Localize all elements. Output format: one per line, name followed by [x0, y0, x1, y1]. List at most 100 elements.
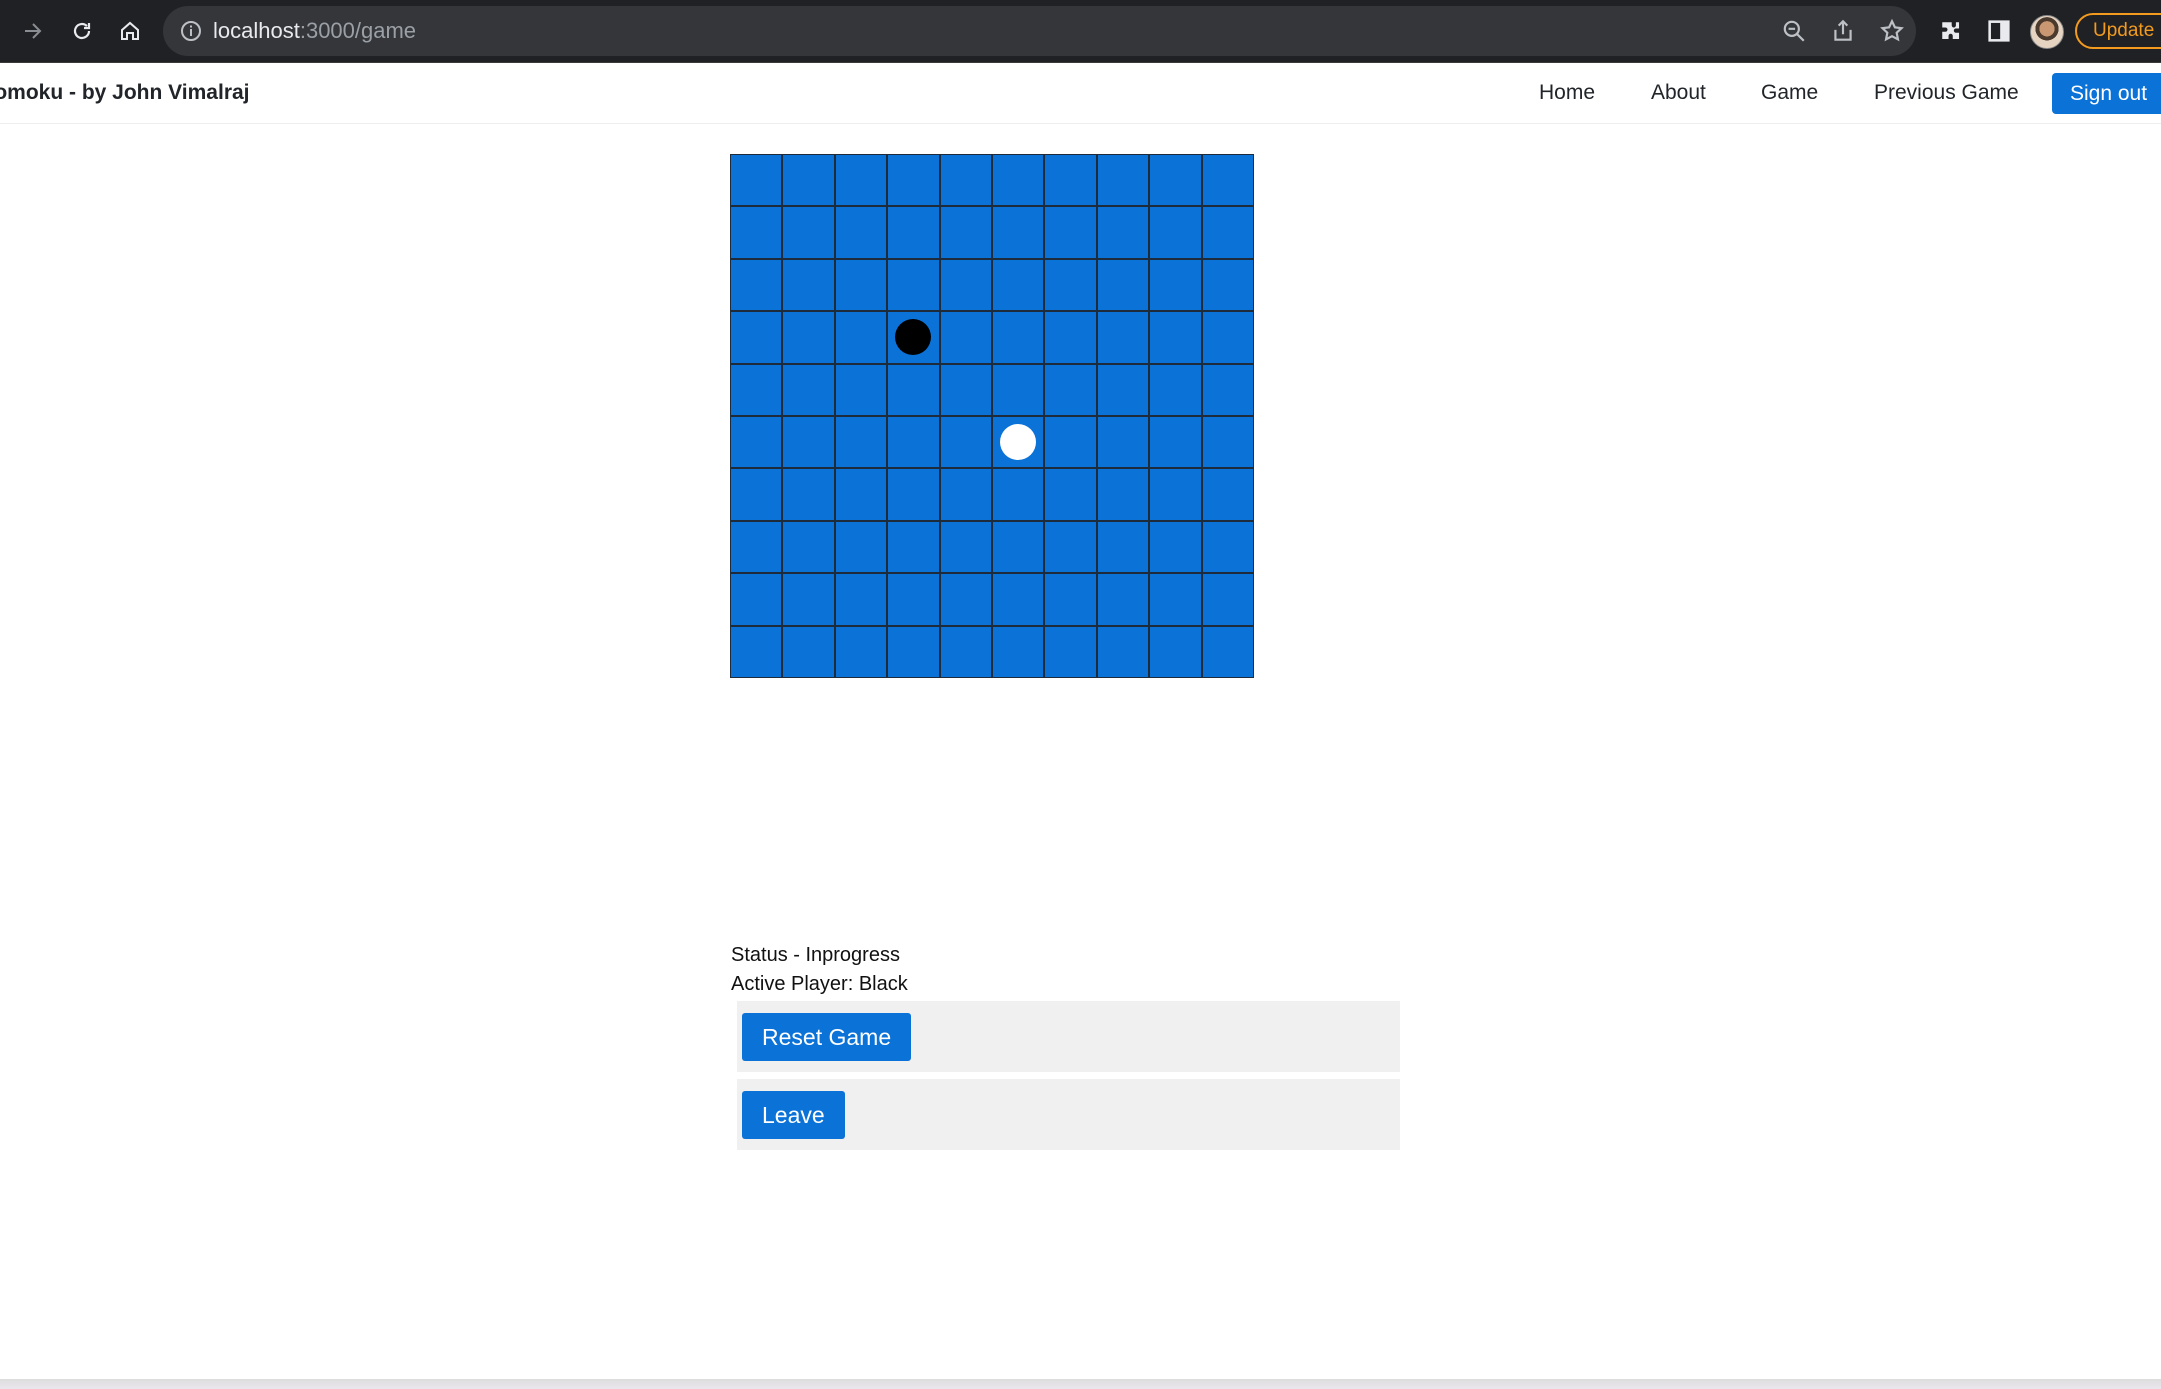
- board-cell[interactable]: [1096, 625, 1150, 678]
- board-cell[interactable]: [1044, 258, 1097, 312]
- profile-avatar[interactable]: [2030, 15, 2064, 49]
- board-cell[interactable]: [1201, 311, 1254, 364]
- site-info-icon[interactable]: [179, 19, 203, 43]
- board-cell[interactable]: [1149, 573, 1202, 626]
- board-cell[interactable]: [730, 311, 783, 364]
- board-cell[interactable]: [1044, 520, 1097, 574]
- board-cell[interactable]: [991, 363, 1045, 416]
- board-cell[interactable]: [939, 625, 992, 678]
- board-cell[interactable]: [991, 573, 1045, 626]
- board-cell[interactable]: [887, 154, 940, 207]
- board-cell[interactable]: [887, 363, 940, 416]
- board-cell[interactable]: [1149, 625, 1202, 678]
- leave-button[interactable]: Leave: [742, 1091, 845, 1139]
- board-cell[interactable]: [1096, 520, 1150, 574]
- board-cell[interactable]: [1149, 311, 1202, 364]
- board-cell[interactable]: [730, 468, 783, 521]
- board-cell[interactable]: [782, 206, 835, 259]
- board-cell[interactable]: [782, 573, 835, 626]
- board-cell[interactable]: [782, 468, 835, 521]
- board-cell[interactable]: [887, 468, 940, 521]
- home-icon[interactable]: [113, 14, 147, 48]
- board-cell[interactable]: [1201, 520, 1254, 574]
- board-cell[interactable]: [834, 154, 888, 207]
- board-cell[interactable]: [1096, 154, 1150, 207]
- board-cell[interactable]: [730, 573, 783, 626]
- board-cell[interactable]: [834, 311, 888, 364]
- board-cell[interactable]: [834, 258, 888, 312]
- board-cell[interactable]: [1149, 415, 1202, 469]
- board-cell[interactable]: [991, 415, 1045, 469]
- board-cell[interactable]: [1201, 154, 1254, 207]
- board-cell[interactable]: [1096, 206, 1150, 259]
- board-cell[interactable]: [1201, 573, 1254, 626]
- url-text[interactable]: localhost:3000/game: [213, 18, 416, 44]
- board-cell[interactable]: [887, 625, 940, 678]
- board-cell[interactable]: [730, 154, 783, 207]
- board-cell[interactable]: [991, 206, 1045, 259]
- board-cell[interactable]: [730, 625, 783, 678]
- board-cell[interactable]: [1096, 573, 1150, 626]
- zoom-icon[interactable]: [1781, 18, 1807, 44]
- board-cell[interactable]: [782, 625, 835, 678]
- board-cell[interactable]: [730, 258, 783, 312]
- board-cell[interactable]: [1201, 258, 1254, 312]
- board-cell[interactable]: [1149, 206, 1202, 259]
- board-cell[interactable]: [834, 206, 888, 259]
- forward-icon[interactable]: [16, 14, 50, 48]
- board-cell[interactable]: [1044, 363, 1097, 416]
- board-cell[interactable]: [1149, 154, 1202, 207]
- board-cell[interactable]: [1096, 311, 1150, 364]
- board-cell[interactable]: [887, 573, 940, 626]
- board-cell[interactable]: [782, 520, 835, 574]
- nav-link-previous-game[interactable]: Previous Game: [1874, 81, 2019, 105]
- board-cell[interactable]: [887, 258, 940, 312]
- nav-link-home[interactable]: Home: [1539, 81, 1595, 105]
- board-cell[interactable]: [939, 468, 992, 521]
- board-cell[interactable]: [1149, 258, 1202, 312]
- sign-out-button[interactable]: Sign out: [2052, 73, 2161, 114]
- board-cell[interactable]: [1044, 415, 1097, 469]
- board-cell[interactable]: [782, 258, 835, 312]
- board-cell[interactable]: [1201, 625, 1254, 678]
- board-cell[interactable]: [1044, 206, 1097, 259]
- board-cell[interactable]: [1201, 415, 1254, 469]
- board-cell[interactable]: [939, 311, 992, 364]
- board-cell[interactable]: [939, 520, 992, 574]
- board-cell[interactable]: [1044, 311, 1097, 364]
- board-cell[interactable]: [1096, 258, 1150, 312]
- address-bar[interactable]: localhost:3000/game: [163, 6, 1916, 56]
- brand-title[interactable]: Gomoku - by John Vimalraj: [0, 81, 250, 105]
- board-cell[interactable]: [1149, 520, 1202, 574]
- board-cell[interactable]: [939, 154, 992, 207]
- board-cell[interactable]: [1044, 154, 1097, 207]
- nav-link-game[interactable]: Game: [1761, 81, 1818, 105]
- board-cell[interactable]: [939, 573, 992, 626]
- board-cell[interactable]: [991, 258, 1045, 312]
- board-cell[interactable]: [782, 311, 835, 364]
- board-cell[interactable]: [1096, 415, 1150, 469]
- board-cell[interactable]: [834, 363, 888, 416]
- board-cell[interactable]: [991, 468, 1045, 521]
- board-cell[interactable]: [1201, 206, 1254, 259]
- board-cell[interactable]: [1044, 625, 1097, 678]
- board-cell[interactable]: [887, 206, 940, 259]
- board-cell[interactable]: [991, 311, 1045, 364]
- board-cell[interactable]: [782, 415, 835, 469]
- board-cell[interactable]: [991, 520, 1045, 574]
- bookmark-star-icon[interactable]: [1879, 18, 1905, 44]
- board-cell[interactable]: [939, 415, 992, 469]
- board-cell[interactable]: [834, 520, 888, 574]
- board-cell[interactable]: [939, 258, 992, 312]
- board-cell[interactable]: [834, 573, 888, 626]
- board-cell[interactable]: [1149, 468, 1202, 521]
- board-cell[interactable]: [782, 363, 835, 416]
- board-cell[interactable]: [782, 154, 835, 207]
- update-button[interactable]: Update: [2075, 13, 2161, 49]
- board-cell[interactable]: [939, 363, 992, 416]
- board-cell[interactable]: [1149, 363, 1202, 416]
- board-cell[interactable]: [991, 154, 1045, 207]
- board-cell[interactable]: [730, 363, 783, 416]
- board-cell[interactable]: [834, 468, 888, 521]
- board-cell[interactable]: [991, 625, 1045, 678]
